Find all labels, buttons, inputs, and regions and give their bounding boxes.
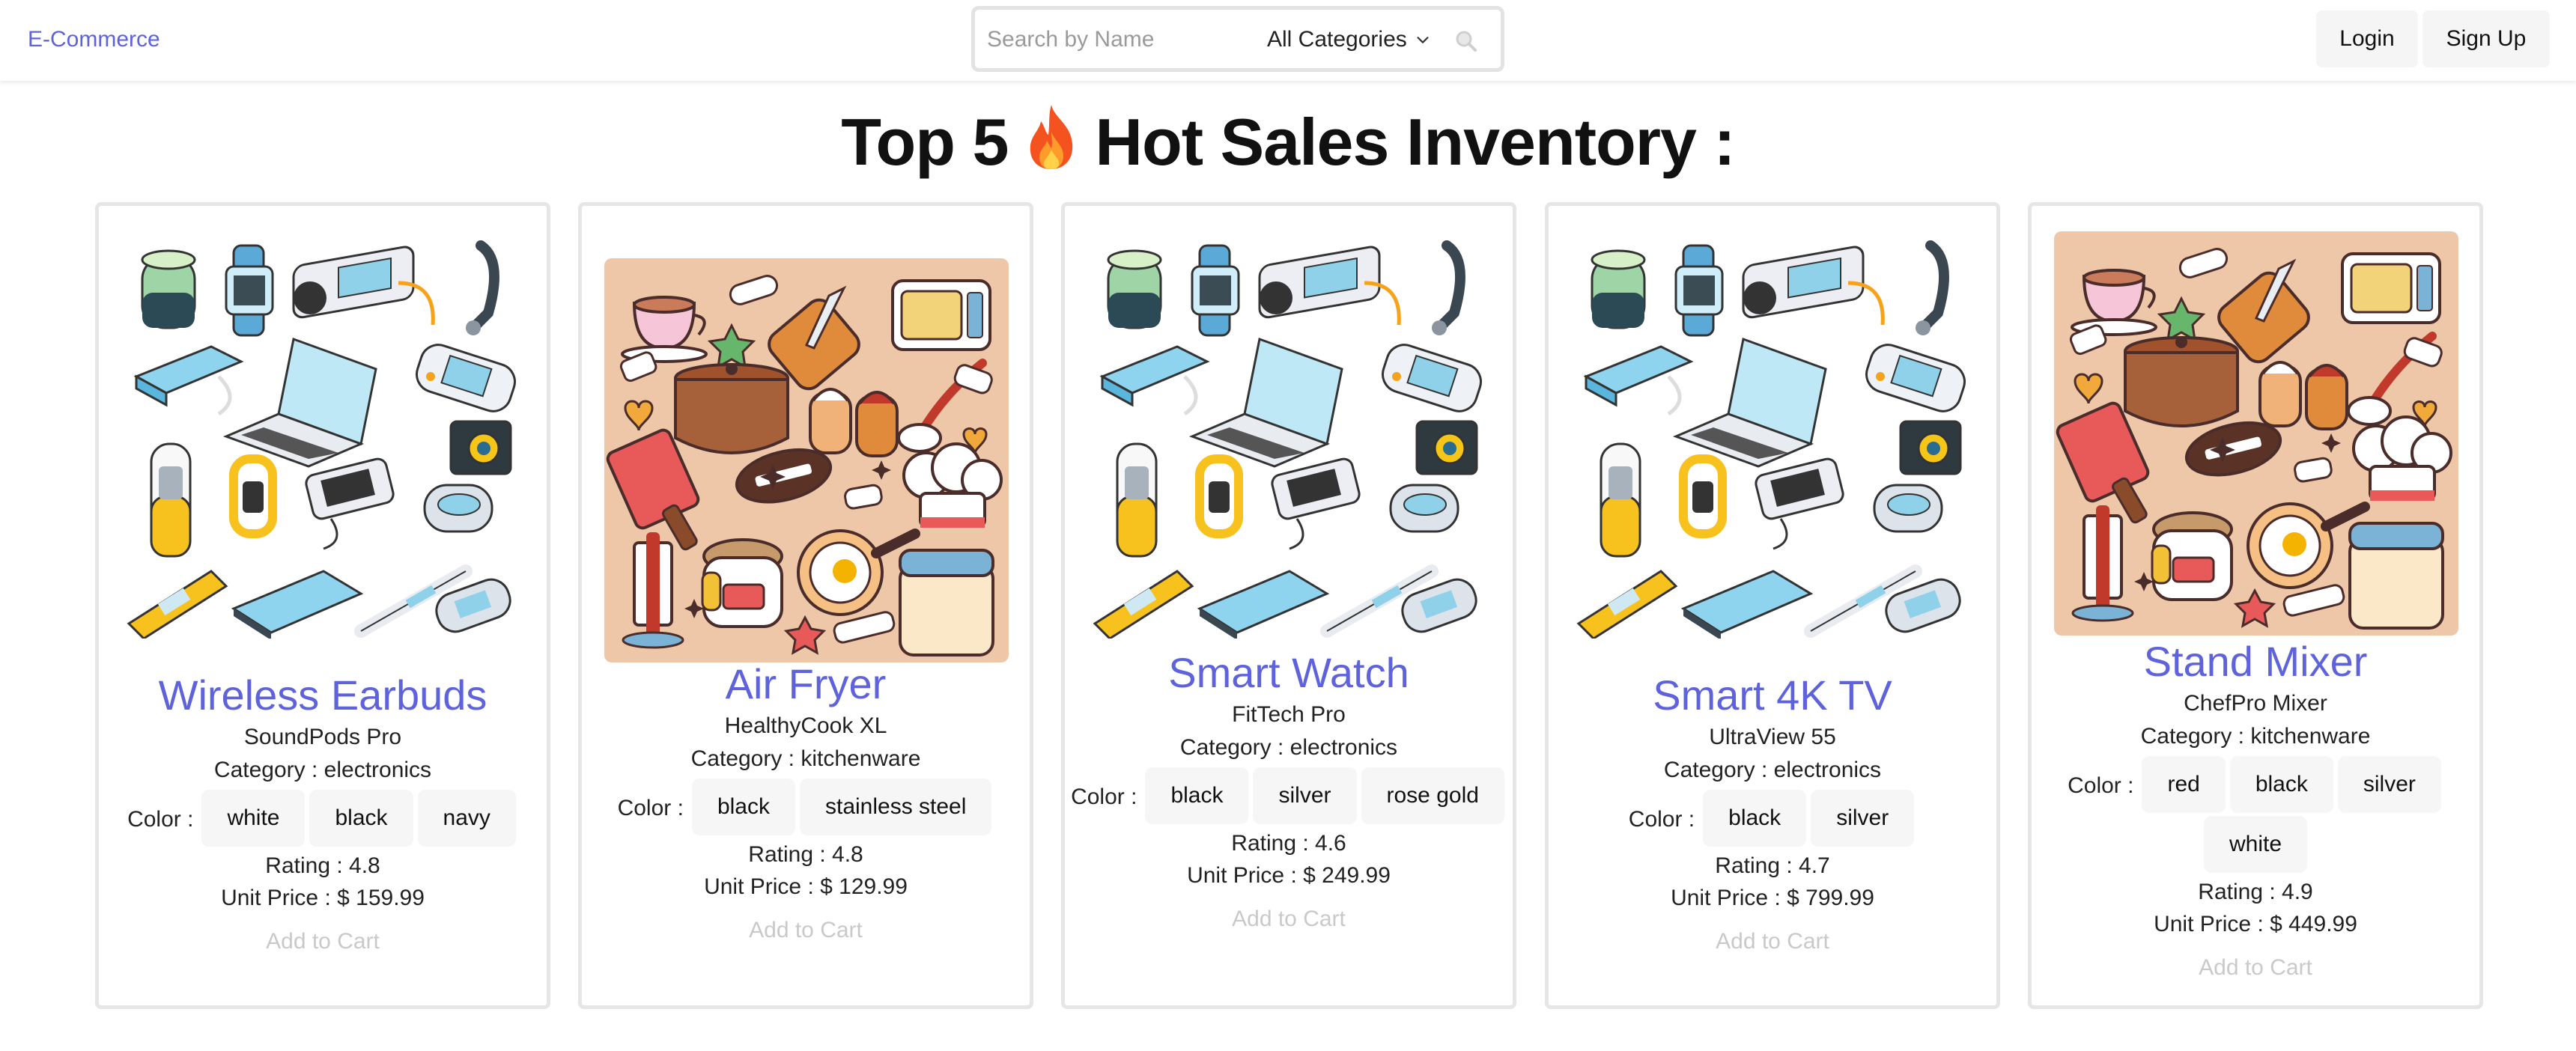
signup-button[interactable]: Sign Up	[2422, 10, 2550, 67]
product-card: Stand Mixer ChefPro Mixer Category : kitch…	[2028, 202, 2483, 1009]
product-details: Air Fryer HealthyCook XL Category : kitche…	[582, 659, 1030, 952]
color-chip[interactable]: white	[2203, 816, 2308, 873]
color-chip[interactable]: silver	[1253, 767, 1357, 824]
product-name[interactable]: Air Fryer	[582, 659, 1030, 710]
color-label: Color :	[2068, 773, 2134, 798]
product-price: Unit Price : $ 159.99	[221, 886, 425, 910]
product-rating: Rating : 4.8	[748, 842, 863, 867]
login-button[interactable]: Login	[2316, 10, 2418, 67]
product-rating: Rating : 4.6	[1231, 831, 1346, 856]
category-selected-label: All Categories	[1267, 27, 1407, 52]
color-chip[interactable]: black	[1703, 790, 1807, 847]
product-name[interactable]: Smart 4K TV	[1549, 670, 1996, 721]
color-chip[interactable]: black	[1145, 767, 1249, 824]
color-chip[interactable]: black	[2229, 756, 2333, 813]
product-rating: Rating : 4.7	[1715, 853, 1830, 878]
product-category: Category : electronics	[1663, 758, 1882, 782]
product-model: SoundPods Pro	[243, 725, 402, 749]
color-chip[interactable]: white	[201, 790, 306, 847]
title-text-start: Top 5	[841, 105, 1009, 179]
color-chip[interactable]: navy	[417, 790, 516, 847]
product-category: Category : electronics	[213, 758, 432, 782]
category-dropdown[interactable]: All Categories	[1267, 25, 1431, 55]
product-card: Smart 4K TV UltraView 55 Category : electr…	[1545, 202, 2000, 1009]
product-price: Unit Price : $ 449.99	[2154, 912, 2357, 936]
color-options: Color : white black navy	[99, 790, 547, 850]
product-model: HealthyCook XL	[724, 713, 887, 738]
color-chip[interactable]: stainless steel	[799, 779, 992, 835]
electronics-product-image	[121, 234, 526, 639]
chevron-down-icon	[1417, 37, 1429, 43]
product-details: Wireless Earbuds SoundPods Pro Category : …	[99, 670, 547, 963]
color-label: Color :	[127, 807, 194, 832]
kitchenware-product-image	[604, 258, 1009, 662]
product-model: ChefPro Mixer	[2184, 691, 2327, 716]
product-card: Smart Watch FitTech Pro Category : electro…	[1061, 202, 1516, 1009]
product-rating: Rating : 4.8	[265, 853, 380, 878]
color-options: Color : black silver rose gold	[1065, 767, 1513, 827]
search-bar: All Categories	[971, 6, 1504, 72]
product-price: Unit Price : $ 129.99	[704, 874, 908, 899]
page-title: Top 5 Hot Sales Inventory :	[0, 102, 2576, 180]
product-category: Category : kitchenware	[2140, 724, 2371, 749]
search-input[interactable]	[987, 25, 1234, 55]
brand-link[interactable]: E-Commerce	[28, 27, 160, 52]
product-category: Category : electronics	[1179, 735, 1398, 760]
color-options: Color : black silver	[1549, 790, 1996, 850]
color-options: Color : red black silver white	[2032, 756, 2479, 876]
add-to-cart-button[interactable]: Add to Cart	[726, 909, 885, 952]
product-name[interactable]: Stand Mixer	[2032, 636, 2479, 687]
product-details: Stand Mixer ChefPro Mixer Category : kitch…	[2032, 636, 2479, 990]
product-price: Unit Price : $ 799.99	[1671, 886, 1874, 910]
product-details: Smart 4K TV UltraView 55 Category : electr…	[1549, 670, 1996, 963]
title-text-end: Hot Sales Inventory :	[1095, 105, 1735, 179]
product-details: Smart Watch FitTech Pro Category : electro…	[1065, 648, 1513, 941]
color-label: Color :	[1628, 807, 1695, 832]
product-card: Air Fryer HealthyCook XL Category : kitche…	[578, 202, 1033, 1009]
color-chip[interactable]: red	[2142, 756, 2226, 813]
fire-icon	[1021, 102, 1081, 171]
product-rating: Rating : 4.9	[2198, 880, 2313, 904]
add-to-cart-button[interactable]: Add to Cart	[2176, 946, 2335, 990]
search-icon[interactable]	[1453, 28, 1480, 55]
add-to-cart-button[interactable]: Add to Cart	[1693, 920, 1852, 963]
product-price: Unit Price : $ 249.99	[1187, 863, 1391, 888]
color-chip[interactable]: silver	[1811, 790, 1915, 847]
add-to-cart-button[interactable]: Add to Cart	[243, 920, 402, 963]
color-options: Color : black stainless steel	[582, 779, 1030, 838]
product-name[interactable]: Wireless Earbuds	[99, 670, 547, 721]
product-card: Wireless Earbuds SoundPods Pro Category : …	[95, 202, 550, 1009]
color-chip[interactable]: rose gold	[1361, 767, 1504, 824]
product-model: FitTech Pro	[1232, 702, 1346, 727]
color-label: Color :	[617, 796, 684, 820]
product-model: UltraView 55	[1709, 725, 1836, 749]
electronics-product-image	[1087, 234, 1492, 639]
add-to-cart-button[interactable]: Add to Cart	[1209, 898, 1368, 941]
product-category: Category : kitchenware	[690, 746, 921, 771]
electronics-product-image	[1571, 234, 1975, 639]
color-chip[interactable]: black	[691, 779, 795, 835]
color-chip[interactable]: silver	[2337, 756, 2441, 813]
color-label: Color :	[1071, 785, 1137, 809]
top-navbar: E-Commerce All Categories Login Sign Up	[0, 0, 2576, 81]
product-name[interactable]: Smart Watch	[1065, 648, 1513, 698]
color-chip[interactable]: black	[309, 790, 413, 847]
kitchenware-product-image	[2054, 231, 2458, 636]
